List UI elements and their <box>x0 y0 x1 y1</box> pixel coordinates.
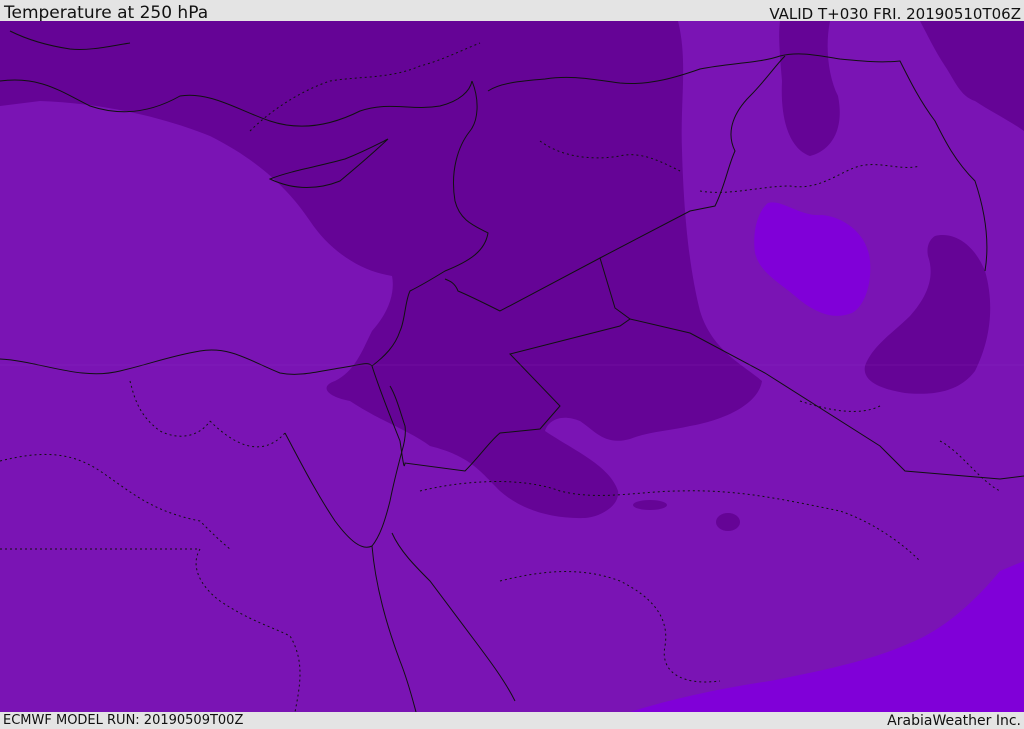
map-title: Temperature at 250 hPa <box>4 3 209 23</box>
map-header: Temperature at 250 hPa VALID T+030 FRI. … <box>0 0 1024 23</box>
brand-label: ArabiaWeather Inc. <box>887 713 1021 729</box>
map-canvas <box>0 21 1024 712</box>
cold-spot-najd <box>716 513 740 531</box>
model-run-label: ECMWF MODEL RUN: 20190509T00Z <box>3 713 244 728</box>
cold-spot-saudi <box>633 500 667 510</box>
temperature-map <box>0 21 1024 712</box>
map-footer: ECMWF MODEL RUN: 20190509T00Z ArabiaWeat… <box>0 712 1024 729</box>
